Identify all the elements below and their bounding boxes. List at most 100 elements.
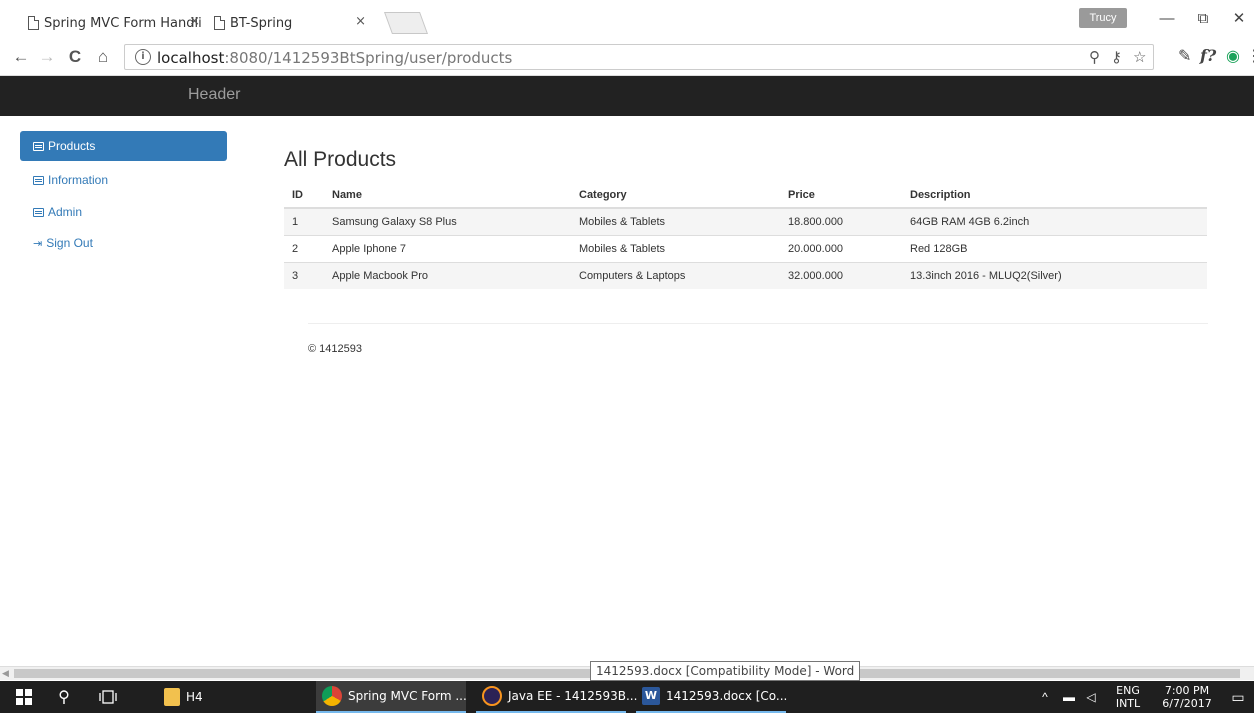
search-icon[interactable]: ⚲: [48, 681, 80, 713]
lang-primary: ENG: [1116, 684, 1140, 697]
cell-category: Mobiles & Tablets: [571, 234, 780, 262]
taskbar-app-label: Spring MVC Form ...: [348, 689, 467, 703]
address-bar[interactable]: i localhost:8080/1412593BtSpring/user/pr…: [124, 44, 1154, 70]
header-title[interactable]: Header: [188, 86, 240, 104]
column-header: ID: [284, 182, 324, 209]
taskbar-app-word[interactable]: W 1412593.docx [Co...: [636, 681, 788, 713]
clock-date: 6/7/2017: [1162, 697, 1212, 710]
show-hidden-icons-icon[interactable]: ^: [1034, 681, 1056, 713]
back-button[interactable]: ←: [10, 46, 32, 68]
list-icon: [33, 175, 44, 185]
url-path: :8080/1412593BtSpring/user/products: [224, 49, 513, 67]
taskbar-app-chrome[interactable]: Spring MVC Form ...: [316, 681, 467, 713]
table-row: 1 Samsung Galaxy S8 Plus Mobiles & Table…: [284, 207, 1207, 235]
column-header: Price: [780, 182, 902, 209]
table-header-row: ID Name Category Price Description: [284, 182, 1207, 209]
taskbar-app-label: Java EE - 1412593B...: [508, 689, 638, 703]
url-text[interactable]: localhost:8080/1412593BtSpring/user/prod…: [157, 49, 512, 67]
word-icon: W: [642, 687, 660, 705]
list-icon: [33, 207, 44, 217]
cell-name: Apple Macbook Pro: [324, 261, 571, 289]
page-icon: [214, 16, 225, 30]
taskbar-app-eclipse[interactable]: Java EE - 1412593B...: [476, 681, 637, 713]
cell-price: 20.000.000: [780, 234, 902, 262]
sidebar-item-information[interactable]: Information: [20, 165, 227, 195]
page-title: All Products: [284, 148, 397, 171]
windows-start-icon[interactable]: [8, 681, 40, 713]
home-button[interactable]: ⌂: [92, 46, 114, 68]
forward-button[interactable]: →: [36, 46, 58, 68]
action-center-icon[interactable]: ▭: [1226, 681, 1250, 713]
profile-button[interactable]: Trucy: [1079, 8, 1127, 28]
table-row: 3 Apple Macbook Pro Computers & Laptops …: [284, 261, 1207, 289]
cell-category: Mobiles & Tablets: [571, 207, 780, 235]
tab-close-icon[interactable]: ×: [355, 14, 366, 29]
footer-copyright: © 1412593: [308, 343, 362, 355]
cell-price: 18.800.000: [780, 207, 902, 235]
eclipse-icon: [482, 686, 502, 706]
reload-button[interactable]: C: [64, 46, 86, 68]
cell-name: Apple Iphone 7: [324, 234, 571, 262]
cell-description: 64GB RAM 4GB 6.2inch: [902, 207, 1207, 235]
taskbar-folder-h4[interactable]: H4: [158, 681, 218, 713]
tab-label: BT-Spring: [230, 15, 293, 31]
column-header: Description: [902, 182, 1207, 209]
sign-out-icon: ⇥: [33, 237, 43, 250]
cell-price: 32.000.000: [780, 261, 902, 289]
task-view-icon[interactable]: [88, 681, 128, 713]
tab-close-icon[interactable]: ×: [189, 14, 200, 29]
web-page: Header Products Information Admin ⇥ Sign…: [0, 76, 1254, 670]
column-header: Name: [324, 182, 571, 209]
column-header: Category: [571, 182, 780, 209]
tab-bt-spring[interactable]: BT-Spring ×: [200, 8, 390, 38]
browser-toolbar: ← → C ⌂ i localhost:8080/1412593BtSpring…: [0, 38, 1254, 76]
star-icon[interactable]: ☆: [1133, 48, 1146, 66]
table-row: 2 Apple Iphone 7 Mobiles & Tablets 20.00…: [284, 234, 1207, 262]
footer-divider: [308, 323, 1208, 324]
sidebar-item-admin[interactable]: Admin: [20, 197, 227, 227]
language-indicator[interactable]: ENG INTL: [1108, 681, 1148, 713]
sidebar-item-products[interactable]: Products: [20, 131, 227, 161]
close-window-button[interactable]: ✕: [1224, 8, 1254, 30]
fx-icon[interactable]: f?: [1200, 46, 1216, 65]
clock[interactable]: 7:00 PM 6/7/2017: [1152, 681, 1222, 713]
eyedropper-icon[interactable]: ✎: [1178, 46, 1191, 66]
sidebar-item-label: Sign Out: [46, 236, 93, 250]
cell-id: 1: [284, 207, 324, 235]
site-header: Header: [0, 76, 1254, 116]
cell-id: 2: [284, 234, 324, 262]
sidebar-item-sign-out[interactable]: ⇥ Sign Out: [20, 228, 227, 258]
cell-name: Samsung Galaxy S8 Plus: [324, 207, 571, 235]
cell-category: Computers & Laptops: [571, 261, 780, 289]
tab-spring-mvc[interactable]: Spring MVC Form Handli ×: [14, 8, 214, 38]
clock-time: 7:00 PM: [1164, 684, 1210, 697]
menu-icon[interactable]: ⋮: [1246, 46, 1254, 66]
taskbar-folder-label: H4: [186, 690, 203, 704]
products-table: ID Name Category Price Description 1 Sam…: [284, 182, 1207, 289]
chrome-icon: [322, 686, 342, 706]
taskbar-tooltip: 1412593.docx [Compatibility Mode] - Word: [590, 661, 861, 681]
eye-extension-icon[interactable]: ◉: [1226, 46, 1240, 66]
restore-button[interactable]: ⧉: [1188, 8, 1218, 30]
new-tab-button[interactable]: [383, 12, 429, 34]
page-icon: [28, 16, 39, 30]
taskbar: ⚲ H4 Spring MVC Form ... Java EE - 14125…: [0, 681, 1254, 713]
minimize-button[interactable]: —: [1152, 8, 1182, 30]
volume-icon[interactable]: ◁: [1080, 681, 1102, 713]
list-icon: [33, 141, 44, 151]
key-icon[interactable]: ⚷: [1111, 48, 1122, 66]
url-host: localhost: [157, 49, 225, 67]
battery-icon[interactable]: ▬: [1058, 681, 1080, 713]
zoom-icon[interactable]: ⚲: [1089, 48, 1100, 66]
browser-tab-strip: Spring MVC Form Handli × BT-Spring × Tru…: [0, 0, 1254, 38]
scroll-left-arrow-icon[interactable]: ◀: [2, 668, 9, 679]
cell-description: 13.3inch 2016 - MLUQ2(Silver): [902, 261, 1207, 289]
lang-secondary: INTL: [1115, 697, 1141, 710]
folder-icon: [164, 688, 180, 706]
cell-description: Red 128GB: [902, 234, 1207, 262]
sidebar-item-label: Products: [48, 139, 96, 153]
sidebar-item-label: Information: [48, 173, 109, 187]
taskbar-app-label: 1412593.docx [Co...: [666, 689, 788, 703]
info-icon[interactable]: i: [135, 49, 151, 65]
cell-id: 3: [284, 261, 324, 289]
